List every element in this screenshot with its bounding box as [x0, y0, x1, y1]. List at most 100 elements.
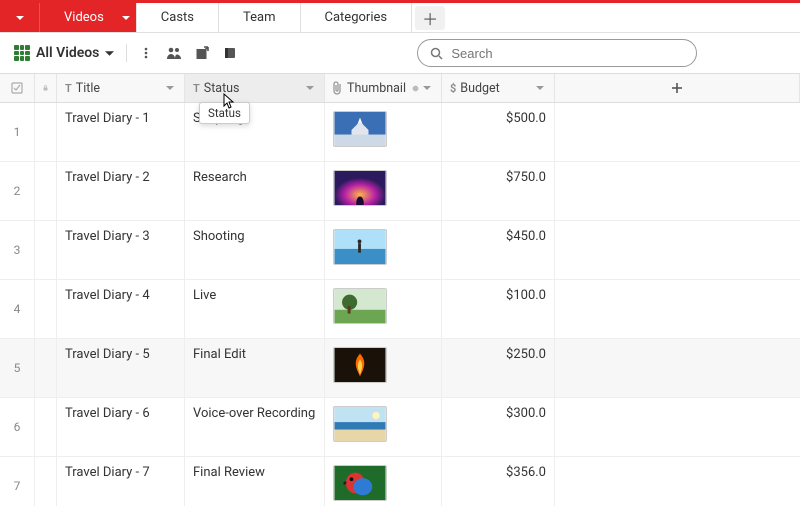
row-number: 5: [0, 339, 35, 397]
row-lock-cell: [35, 221, 57, 279]
row-lock-cell: [35, 339, 57, 397]
thumbnail-image: [333, 288, 387, 324]
thumbnail-cell[interactable]: [325, 162, 442, 220]
empty-cell: [555, 103, 800, 161]
budget-cell[interactable]: $750.0: [442, 162, 555, 220]
add-column-button[interactable]: [555, 74, 800, 102]
search-icon: [430, 47, 443, 60]
empty-cell: [555, 398, 800, 456]
status-cell[interactable]: Voice-over Recording: [185, 398, 325, 456]
row-number: 6: [0, 398, 35, 456]
row-number: 3: [0, 221, 35, 279]
attachment-icon: [333, 81, 343, 95]
text-type-icon: T: [65, 82, 72, 95]
thumbnail-cell[interactable]: [325, 457, 442, 506]
share-users-button[interactable]: [163, 42, 185, 64]
empty-cell: [555, 280, 800, 338]
title-cell[interactable]: Travel Diary - 7: [57, 457, 185, 506]
title-cell[interactable]: Travel Diary - 6: [57, 398, 185, 456]
chevron-down-icon[interactable]: [306, 84, 316, 92]
row-lock-cell: [35, 457, 57, 506]
budget-cell[interactable]: $250.0: [442, 339, 555, 397]
grid-header: T Title T Status Status Thumbnail $ Budg…: [0, 73, 800, 103]
tab-label: Categories: [325, 10, 388, 25]
thumbnail-cell[interactable]: [325, 398, 442, 456]
row-lock-cell: [35, 398, 57, 456]
title-cell[interactable]: Travel Diary - 1: [57, 103, 185, 161]
tab-categories[interactable]: Categories: [301, 3, 413, 32]
tab-team[interactable]: Team: [219, 3, 301, 32]
column-header-lock[interactable]: [35, 74, 57, 102]
column-header-budget[interactable]: $ Budget: [442, 74, 555, 102]
budget-cell[interactable]: $100.0: [442, 280, 555, 338]
empty-cell: [555, 221, 800, 279]
thumbnail-cell[interactable]: [325, 280, 442, 338]
view-name-label: All Videos: [36, 45, 99, 61]
status-cell[interactable]: Shooting: [185, 221, 325, 279]
column-label: Title: [76, 81, 166, 96]
export-button[interactable]: [191, 42, 213, 64]
status-cell[interactable]: Final Edit: [185, 339, 325, 397]
row-number: 1: [0, 103, 35, 161]
tab-label: Team: [243, 10, 276, 25]
thumbnail-cell[interactable]: [325, 103, 442, 161]
column-header-thumbnail[interactable]: Thumbnail: [325, 74, 442, 102]
gear-icon: [412, 85, 419, 92]
tab-label: Videos: [64, 10, 104, 25]
tab-casts[interactable]: Casts: [137, 3, 219, 32]
chevron-down-icon[interactable]: [423, 84, 433, 92]
tab-videos[interactable]: Videos: [40, 3, 137, 32]
search-input[interactable]: [451, 46, 684, 61]
tab-bar: Videos Casts Team Categories ＋: [0, 3, 800, 33]
divider: [126, 44, 127, 62]
table-row[interactable]: 6 Travel Diary - 6Voice-over Recording $30…: [0, 398, 800, 457]
empty-cell: [555, 162, 800, 220]
row-lock-cell: [35, 162, 57, 220]
grid-body[interactable]: 1Travel Diary - 1Scripting$500.02Travel …: [0, 103, 800, 506]
chevron-down-icon: [105, 49, 114, 58]
budget-cell[interactable]: $450.0: [442, 221, 555, 279]
status-cell[interactable]: Live: [185, 280, 325, 338]
thumbnail-image: [333, 347, 387, 383]
tab-menu-button[interactable]: [0, 3, 40, 32]
title-cell[interactable]: Travel Diary - 2: [57, 162, 185, 220]
tab-label: Casts: [161, 10, 194, 25]
column-header-title[interactable]: T Title: [57, 74, 185, 102]
tab-dropdown-icon[interactable]: [122, 14, 130, 22]
thumbnail-image: [333, 406, 387, 442]
table-row[interactable]: 3 Travel Diary - 3Shooting $450.0: [0, 221, 800, 280]
table-row[interactable]: 2Travel Diary - 2Research$750.0: [0, 162, 800, 221]
cursor-pointer-icon: [223, 93, 237, 111]
status-cell[interactable]: Research: [185, 162, 325, 220]
more-options-button[interactable]: [135, 42, 157, 64]
grid-view-icon: [14, 45, 30, 61]
title-cell[interactable]: Travel Diary - 3: [57, 221, 185, 279]
column-header-select[interactable]: [0, 74, 35, 102]
add-tab-button[interactable]: ＋: [415, 6, 445, 30]
table-row[interactable]: 4 Travel Diary - 4Live $100.0: [0, 280, 800, 339]
thumbnail-image: [333, 111, 387, 147]
chevron-down-icon[interactable]: [536, 84, 546, 92]
search-box[interactable]: [417, 39, 697, 67]
status-cell[interactable]: Final Review: [185, 457, 325, 506]
column-header-status[interactable]: T Status Status: [185, 74, 325, 102]
title-cell[interactable]: Travel Diary - 4: [57, 280, 185, 338]
thumbnail-image: [333, 170, 387, 206]
chevron-down-icon[interactable]: [166, 84, 176, 92]
budget-cell[interactable]: $356.0: [442, 457, 555, 506]
table-row[interactable]: 1Travel Diary - 1Scripting$500.0: [0, 103, 800, 162]
column-label: Budget: [460, 81, 536, 96]
empty-cell: [555, 457, 800, 506]
row-lock-cell: [35, 280, 57, 338]
budget-cell[interactable]: $300.0: [442, 398, 555, 456]
row-number: 4: [0, 280, 35, 338]
budget-cell[interactable]: $500.0: [442, 103, 555, 161]
notebook-button[interactable]: [219, 42, 241, 64]
thumbnail-image: [333, 465, 387, 501]
title-cell[interactable]: Travel Diary - 5: [57, 339, 185, 397]
view-selector[interactable]: All Videos: [10, 41, 118, 65]
thumbnail-cell[interactable]: [325, 339, 442, 397]
thumbnail-cell[interactable]: [325, 221, 442, 279]
table-row[interactable]: 5 Travel Diary - 5Final Edit $250.0: [0, 339, 800, 398]
table-row[interactable]: 7Travel Diary - 7Final Review$356.0: [0, 457, 800, 506]
